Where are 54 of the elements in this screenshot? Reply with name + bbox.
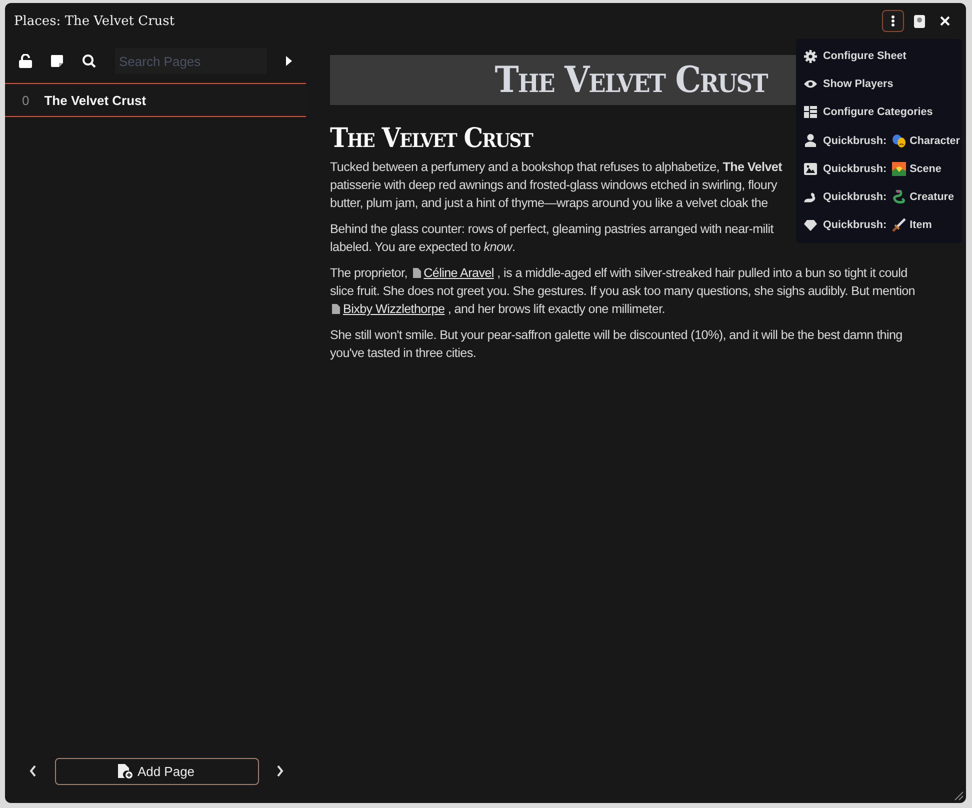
menu-button[interactable] <box>882 10 904 32</box>
gem-icon <box>804 220 817 231</box>
paragraph: She still won't smile. But your pear-saffron galette will be discounted (10%), and it will be the best damn thing you've tasted in three cities. <box>330 327 904 362</box>
paragraph: Behind the glass counter: rows of perfect, gleaming pastries arranged with near-milit labeled. You are expected to know. <box>330 221 774 256</box>
document-icon <box>412 268 421 278</box>
search-field[interactable]: Search Pages <box>115 48 267 74</box>
kebab-menu-icon <box>891 15 895 27</box>
paragraph: Tucked between a perfumery and a bookshop that refuses to alphabetize, The Velvet patisserie with deep red awnings and frosted-glass windows etched in swirling, floury butter, plum jam, and just a hint of thyme—wraps around you like a velvet cloak the <box>330 159 782 212</box>
menu-item[interactable]: Quickbrush: Item <box>796 211 962 240</box>
menu-label: Quickbrush: <box>823 191 887 204</box>
window-title: Places: The Velvet Crust <box>14 14 175 28</box>
menu-item[interactable]: Configure Categories <box>796 98 962 127</box>
search-icon[interactable] <box>82 54 96 68</box>
menu-label: Quickbrush: <box>823 162 887 175</box>
theater-masks-icon <box>892 134 906 148</box>
close-icon <box>940 16 950 26</box>
menu-label: Show Players <box>823 78 894 90</box>
menu-target: Scene <box>910 162 942 175</box>
page-title: The Velvet Crust <box>44 92 146 108</box>
page-number: 0 <box>22 92 30 108</box>
menu-item[interactable]: Quickbrush: Creature <box>796 182 962 212</box>
menu-label: Quickbrush: <box>823 219 887 232</box>
play-icon[interactable] <box>286 56 292 66</box>
note-icon[interactable] <box>51 55 63 67</box>
eye-icon <box>804 79 817 90</box>
next-icon[interactable] <box>276 765 284 777</box>
page-heading: The Velvet Crust <box>330 123 532 154</box>
dagger-icon <box>892 218 906 232</box>
menu-item[interactable]: Configure Sheet <box>796 42 962 70</box>
paragraph: The proprietor, Céline Aravel , is a middle-aged elf with silver-streaked hair pulled into a bun so tight it could slice fruit. She does not greet you. She gestures. If you ask too many questions, she sighs audibly. But mention Bixby Wizzlethorpe , and her brows lift exactly one millimeter. <box>330 265 916 318</box>
menu-item[interactable]: Quickbrush: Scene <box>796 154 962 183</box>
page-link[interactable]: Céline Aravel <box>412 266 494 280</box>
page-link[interactable]: Bixby Wizzlethorpe <box>332 302 445 316</box>
person-icon <box>804 134 817 148</box>
previous-icon[interactable] <box>29 765 37 777</box>
menu-target: Creature <box>910 191 954 204</box>
menu-label: Quickbrush: <box>823 134 887 147</box>
unlock-icon[interactable] <box>19 54 32 68</box>
sheet-icon <box>914 14 924 28</box>
image-icon <box>804 162 817 175</box>
document-icon <box>332 304 340 314</box>
menu-target: Character <box>910 134 960 147</box>
grid-icon <box>804 106 817 118</box>
add-page-icon <box>118 764 134 778</box>
resize-grip-icon[interactable] <box>954 791 964 801</box>
menu-target: Item <box>910 219 932 232</box>
sunrise-icon <box>892 162 906 176</box>
menu-item[interactable]: Quickbrush: Character <box>796 126 962 155</box>
banner-title: The Velvet Crust <box>494 59 768 101</box>
add-page-button[interactable]: Add Page <box>54 758 258 784</box>
menu-label: Configure Sheet <box>823 50 906 62</box>
menu-item[interactable]: Show Players <box>796 70 962 98</box>
menu-label: Configure Categories <box>823 106 933 118</box>
gear-icon <box>804 50 817 63</box>
